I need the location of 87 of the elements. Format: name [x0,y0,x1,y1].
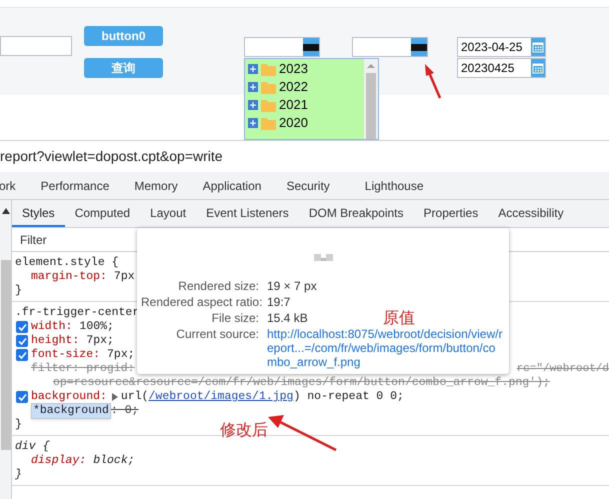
tree-item[interactable]: 2021 [245,96,364,114]
info-label: Current source: [175,327,259,343]
css-value: op=resource&resource=/com/fr/web/images/form/button/combo_arrow_f.png'); [53,376,550,390]
styles-tab[interactable]: Accessibility [488,200,574,227]
styles-tab[interactable]: Layout [140,200,196,227]
property-edit-field[interactable]: *background [31,403,111,419]
arrow-icon [268,414,338,452]
devtools-tab[interactable]: Performance [40,172,110,199]
css-value: url( [120,390,149,404]
css-brace: } [15,468,22,482]
combo-box[interactable] [352,37,428,57]
styles-tab[interactable]: Event Listeners [196,200,299,227]
css-value: 7px; [107,348,135,362]
folder-icon [261,62,276,76]
css-selector: div { [15,440,50,454]
css-property: height: [31,334,80,348]
tree-label: 2020 [279,115,308,131]
css-selector: .fr-trigger-center [15,306,140,320]
expand-icon[interactable] [248,82,258,92]
tree-item[interactable]: 2020 [245,114,364,132]
scrollbar-thumb[interactable] [0,260,10,450]
devtools-tab[interactable]: Memory [134,172,178,199]
calendar-icon[interactable] [531,59,545,77]
dropdown-trigger[interactable] [303,38,319,56]
expand-icon[interactable] [248,64,258,74]
info-value: 19:7 [267,295,290,309]
source-link[interactable]: http://localhost:8075/webroot/decision/view/report...=/com/fr/web/images/form/button/combo_arrow_f.png [267,327,505,369]
css-value: 7px [114,270,135,284]
image-thumbnail-icon [314,254,332,261]
tree-label: 2021 [279,97,308,113]
scrollbar[interactable] [364,59,378,139]
css-brace: } [15,418,22,432]
folder-icon [261,116,276,130]
devtools-tab[interactable]: Lighthouse [364,172,424,199]
tree-item[interactable]: 2022 [245,78,364,96]
date-input[interactable]: 20230425 [458,59,531,77]
info-label: Rendered aspect ratio: [141,295,259,309]
annotation-text: 修改后 [220,419,268,441]
tree-item[interactable]: 2023 [245,60,364,78]
css-property: margin-top: [31,270,107,284]
styles-tab[interactable]: Properties [414,200,488,227]
styles-tab[interactable]: Styles [12,200,65,227]
checkbox[interactable] [16,349,28,361]
address-bar-url[interactable]: report?viewlet=dopost.cpt&op=write [0,146,223,167]
tree-label: 2022 [279,79,308,95]
css-value: 100%; [79,320,114,334]
annotation-text: 原值 [383,307,415,329]
css-selector: element.style { [15,256,119,270]
styles-tab[interactable]: Computed [64,200,140,227]
info-label: File size: [210,311,259,325]
checkbox[interactable] [16,391,28,403]
combo-box[interactable] [244,37,320,57]
checkbox[interactable] [16,335,28,347]
devtools-tab[interactable]: Application [202,172,262,199]
info-value: 15.4 kB [267,311,308,325]
filter-field[interactable]: Filter [20,230,220,250]
expand-icon[interactable] [248,118,258,128]
expand-icon[interactable] [112,393,118,401]
date-field[interactable]: 2023-04-25 [457,37,546,57]
css-property: display: [31,454,86,468]
expand-icon[interactable] [248,100,258,110]
css-property: filter: progid: [31,362,135,376]
css-property: font-size: [31,348,100,362]
dropdown-trigger[interactable] [411,38,427,56]
css-property: background: [31,390,107,404]
info-value: 19 × 7 px [267,279,317,293]
url-link[interactable]: /webroot/images/1.jpg [148,390,294,404]
info-label: Rendered size: [177,279,259,293]
css-value: ) no-repeat 0 0; [293,390,404,404]
folder-icon [261,98,276,112]
input-field[interactable] [0,36,72,56]
scroll-up-icon[interactable] [2,208,10,214]
css-value: rc="/webroot/d [516,362,609,376]
tree-label: 2023 [279,61,308,77]
css-property: width: [31,320,72,334]
css-value: 7px; [86,334,114,348]
date-input[interactable]: 2023-04-25 [458,38,531,56]
date-field[interactable]: 20230425 [457,58,546,78]
devtools-tab[interactable]: Security [286,172,330,199]
arrow-icon [422,64,444,100]
css-brace: } [15,284,22,298]
css-value: block; [93,454,135,468]
checkbox[interactable] [16,321,28,333]
css-value: : 0; [110,404,139,418]
folder-icon [261,80,276,94]
calendar-icon[interactable] [531,38,545,56]
styles-tab[interactable]: DOM Breakpoints [298,200,414,227]
